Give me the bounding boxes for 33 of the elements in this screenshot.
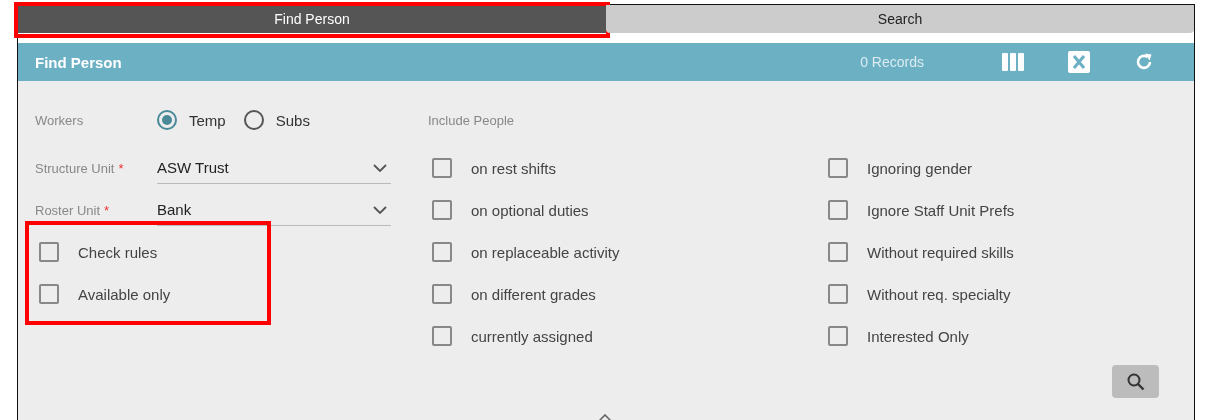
field-label: Roster Unit	[35, 202, 101, 218]
search-button[interactable]	[1112, 365, 1159, 398]
checkbox[interactable]: currently assigned	[428, 315, 593, 357]
section-label: Include People	[428, 112, 515, 128]
dropdown-field[interactable]: ASW Trust	[157, 152, 391, 184]
checkbox[interactable]: Without required skills	[824, 231, 1014, 273]
field-label: Structure Unit	[35, 160, 115, 176]
radio-button[interactable]: Temp	[157, 110, 226, 130]
refresh-icon[interactable]	[1134, 52, 1154, 72]
tab[interactable]: Find Person	[18, 5, 606, 33]
chevron-down-icon	[373, 163, 387, 172]
columns-icon[interactable]	[1002, 53, 1024, 71]
radio-button[interactable]: Subs	[243, 110, 310, 130]
required-mark: *	[104, 202, 110, 218]
checkbox[interactable]: Available only	[35, 273, 171, 315]
tab[interactable]: Search	[606, 5, 1194, 33]
checkbox[interactable]: on rest shifts	[428, 147, 557, 189]
checkbox[interactable]: Ignore Staff Unit Prefs	[824, 189, 1015, 231]
checkbox[interactable]: Without req. specialty	[824, 273, 1011, 315]
record-count: 0 Records	[860, 54, 924, 70]
checkbox[interactable]: on replaceable activity	[428, 231, 620, 273]
field-label: Workers	[35, 112, 85, 128]
required-mark: *	[118, 160, 124, 176]
chevron-up-icon[interactable]	[598, 414, 612, 420]
checkbox[interactable]: on optional duties	[428, 189, 589, 231]
search-icon	[1125, 371, 1146, 392]
checkbox[interactable]: Ignoring gender	[824, 147, 973, 189]
dropdown-field[interactable]: Bank	[157, 194, 391, 226]
checkbox[interactable]: Interested Only	[824, 315, 969, 357]
checkbox[interactable]: on different grades	[428, 273, 596, 315]
panel-title: Find Person	[35, 53, 123, 71]
chevron-down-icon	[373, 205, 387, 214]
checkbox[interactable]: Check rules	[35, 231, 158, 273]
